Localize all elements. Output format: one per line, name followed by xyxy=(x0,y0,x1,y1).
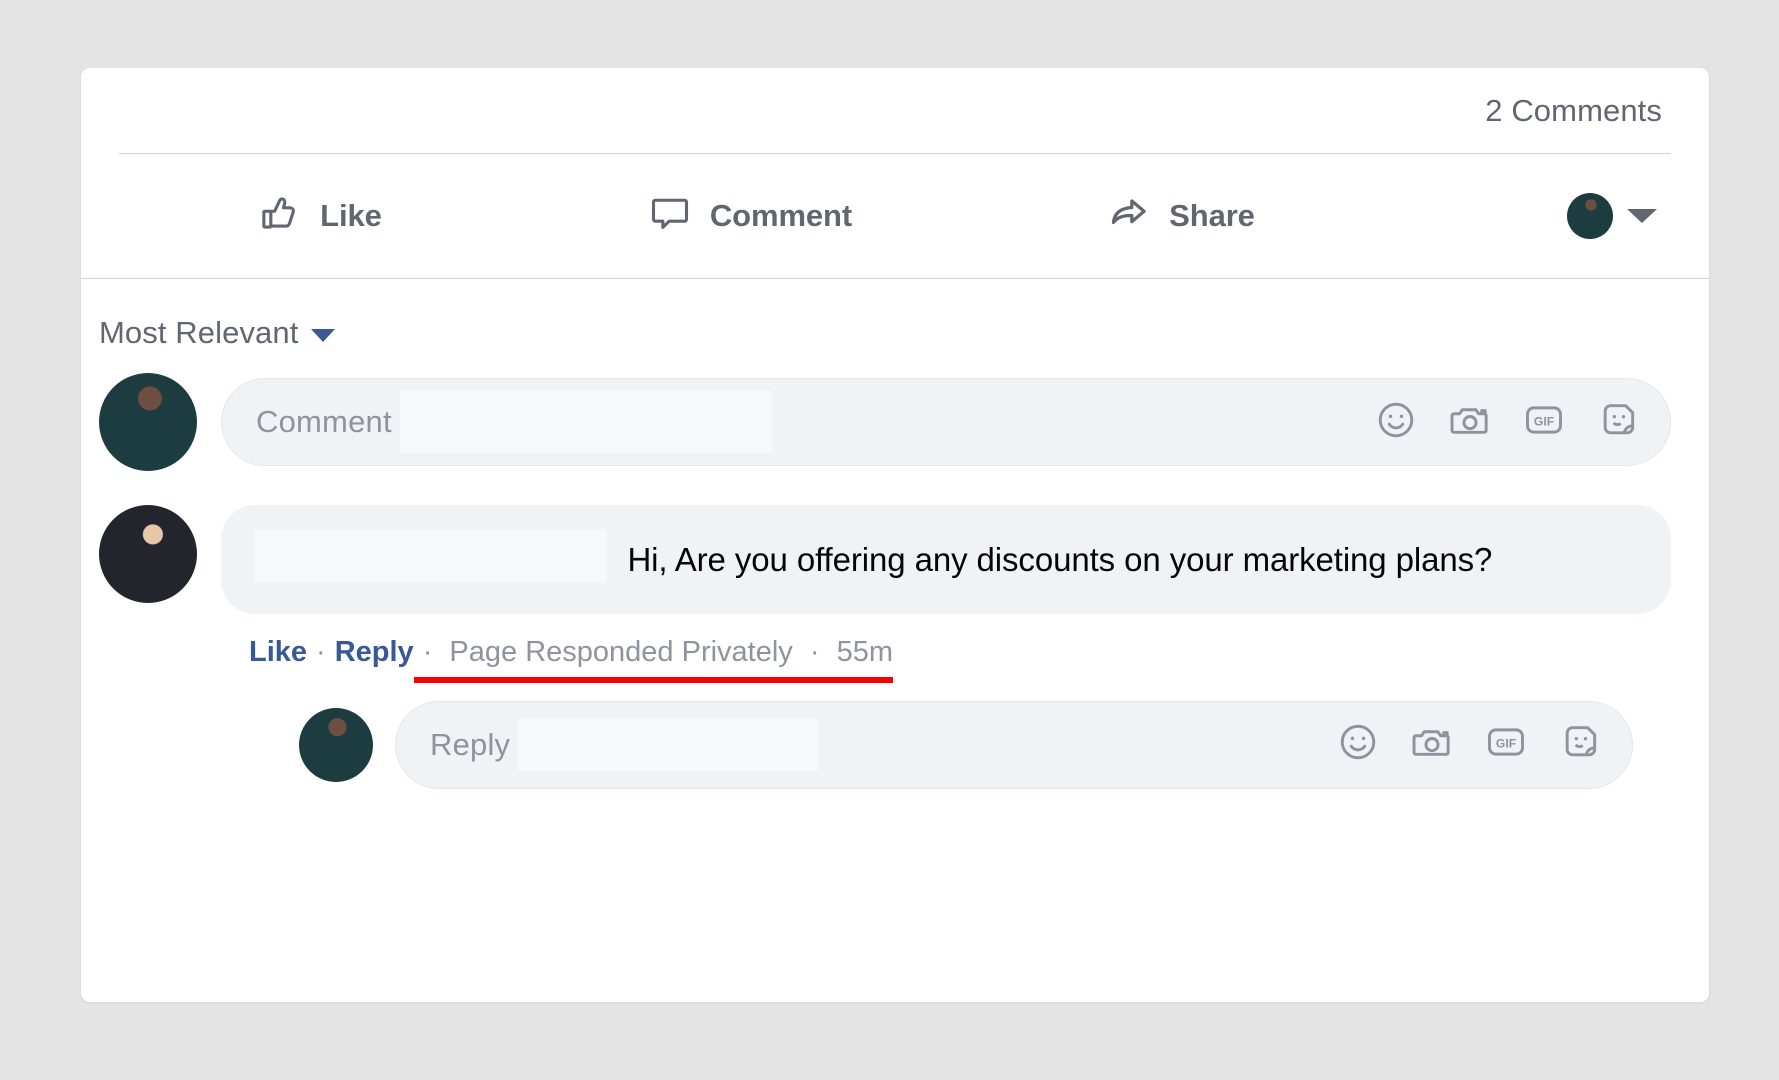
emoji-icon[interactable] xyxy=(1374,398,1418,447)
post-card: 2 Comments Like Comment Share Most Relev… xyxy=(81,68,1709,1002)
comment-button[interactable]: Comment xyxy=(535,192,965,241)
redacted-block xyxy=(518,718,819,771)
reply-input-tools: GIF xyxy=(1336,720,1602,769)
comment-count-label[interactable]: 2 Comments xyxy=(1485,93,1669,129)
comment-bubble: Hi, Are you offering any discounts on yo… xyxy=(221,505,1671,614)
emoji-icon[interactable] xyxy=(1336,720,1380,769)
share-button-label: Share xyxy=(1169,198,1255,233)
comment-like-link[interactable]: Like xyxy=(249,636,307,669)
svg-text:GIF: GIF xyxy=(1534,414,1554,428)
commenter-avatar[interactable] xyxy=(99,505,197,603)
comment-composer-row: Comment GIF xyxy=(81,351,1709,471)
comment-input-placeholder: Comment xyxy=(256,404,392,439)
sticker-icon[interactable] xyxy=(1596,398,1640,447)
comment-status-group: · Page Responded Privately · 55m xyxy=(413,635,894,683)
comments-section: Most Relevant Comment GIF Hi, Are you of… xyxy=(81,279,1709,789)
comment-timestamp[interactable]: 55m xyxy=(837,636,893,668)
screenshot-root: 2 Comments Like Comment Share Most Relev… xyxy=(0,0,1779,1080)
caret-down-icon xyxy=(311,328,336,342)
gif-icon[interactable]: GIF xyxy=(1522,398,1566,447)
svg-text:GIF: GIF xyxy=(1496,737,1516,751)
comment-content: Hi, Are you offering any discounts on yo… xyxy=(221,505,1671,789)
reply-input[interactable]: Reply GIF xyxy=(395,700,1633,789)
red-highlight-underline xyxy=(413,676,894,683)
sticker-icon[interactable] xyxy=(1558,720,1602,769)
comment-text: Hi, Are you offering any discounts on yo… xyxy=(627,541,1493,578)
comment-count-row: 2 Comments xyxy=(81,68,1709,153)
camera-icon[interactable] xyxy=(1410,720,1454,769)
meta-separator-2: · xyxy=(422,635,433,668)
meta-separator-1: · xyxy=(316,635,326,668)
redacted-author-name xyxy=(255,529,607,583)
chevron-down-icon[interactable] xyxy=(1627,209,1657,223)
share-button[interactable]: Share xyxy=(965,191,1395,242)
page-responded-privately-status: Page Responded Privately xyxy=(449,635,793,668)
like-button-label: Like xyxy=(320,198,382,233)
comment-reply-link[interactable]: Reply xyxy=(335,636,414,669)
camera-icon[interactable] xyxy=(1448,398,1492,447)
comment-sort-label: Most Relevant xyxy=(99,315,299,350)
share-arrow-icon xyxy=(1105,191,1151,242)
comment-item: Hi, Are you offering any discounts on yo… xyxy=(81,471,1709,789)
thumbs-up-icon xyxy=(258,192,302,241)
viewer-selector[interactable] xyxy=(1395,193,1685,239)
comment-meta: Like · Reply · Page Responded Privately … xyxy=(221,614,1671,683)
gif-icon[interactable]: GIF xyxy=(1484,720,1528,769)
comment-input[interactable]: Comment GIF xyxy=(221,378,1671,466)
comment-bubble-icon xyxy=(648,192,692,241)
comment-sort-dropdown[interactable]: Most Relevant xyxy=(81,279,336,351)
redacted-block xyxy=(399,391,772,453)
current-user-avatar[interactable] xyxy=(299,707,373,782)
current-user-avatar[interactable] xyxy=(99,373,197,471)
meta-separator-3: · xyxy=(809,635,820,668)
viewer-avatar[interactable] xyxy=(1567,193,1613,239)
comment-input-tools: GIF xyxy=(1374,398,1640,447)
like-button[interactable]: Like xyxy=(105,192,535,241)
comment-button-label: Comment xyxy=(709,198,853,233)
post-actions-row: Like Comment Share xyxy=(81,154,1709,278)
reply-composer-row: Reply GIF xyxy=(221,669,1671,789)
reply-input-placeholder: Reply xyxy=(430,726,511,762)
